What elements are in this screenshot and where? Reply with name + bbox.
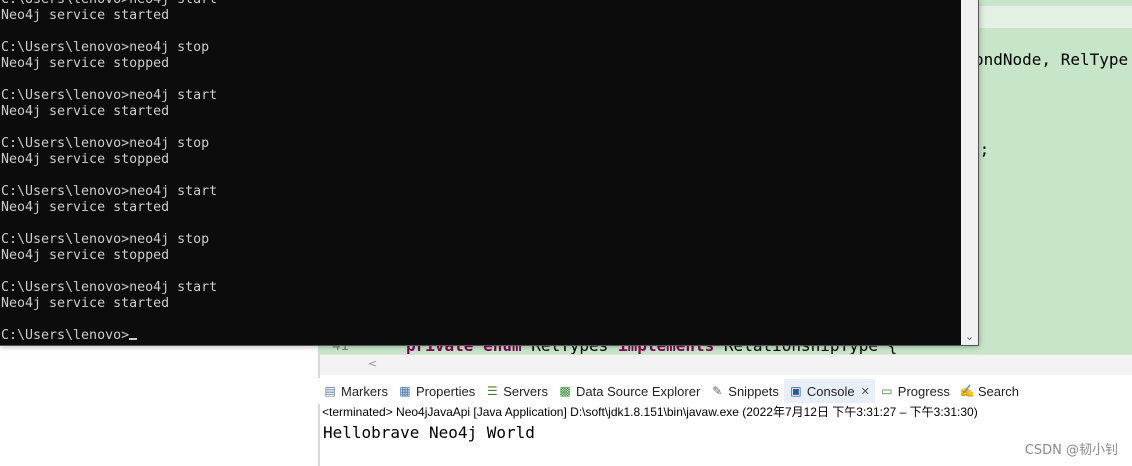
terminal-line: Neo4j service started (1, 296, 170, 311)
close-icon[interactable]: ✕ (861, 385, 870, 398)
command-prompt-window[interactable]: C:\Users\lenovo>neo4j startNeo4j service… (0, 0, 979, 346)
tab-label: Progress (897, 383, 950, 399)
tab-properties[interactable]: ▦ Properties (393, 379, 480, 403)
markers-icon: ▤ (324, 384, 336, 398)
text-cursor (129, 338, 138, 340)
terminal-line: Neo4j service stopped (1, 248, 170, 263)
properties-icon: ▦ (399, 384, 411, 398)
terminal-line: C:\Users\lenovo>neo4j start (1, 184, 218, 199)
scroll-left-icon[interactable]: < (368, 357, 377, 370)
tab-data-source-explorer[interactable]: ▩ Data Source Explorer (553, 379, 705, 403)
console-status-line: <terminated> Neo4jJavaApi [Java Applicat… (322, 405, 978, 419)
terminal-prompt[interactable]: C:\Users\lenovo> (1, 328, 217, 344)
progress-icon: ▭ (881, 384, 893, 398)
tab-label: Servers (503, 383, 548, 399)
tab-servers[interactable]: ☰ Servers (480, 379, 553, 403)
tab-label: Data Source Explorer (576, 383, 701, 399)
tab-console[interactable]: ▣ Console ✕ (783, 379, 875, 403)
terminal-line: C:\Users\lenovo>neo4j stop (1, 232, 210, 247)
editor-horizontal-scrollbar[interactable]: < (318, 354, 1132, 375)
tab-snippets[interactable]: ✎ Snippets (705, 379, 784, 403)
terminal-scrollbar[interactable]: ⌄ (961, 0, 978, 345)
tab-label: Snippets (728, 383, 779, 399)
code-fragment-params: ondNode, RelType (974, 50, 1129, 69)
prompt-text: C:\Users\lenovo> (1, 328, 130, 343)
tab-markers[interactable]: ▤ Markers (318, 379, 393, 403)
snippets-icon: ✎ (712, 384, 723, 398)
tab-search[interactable]: ✍ Search (955, 379, 1024, 403)
terminal-line: C:\Users\lenovo>neo4j start (1, 280, 218, 295)
panel-divider (318, 354, 320, 466)
tab-label: Properties (415, 383, 476, 399)
views-tab-bar: ▤ Markers ▦ Properties ☰ Servers ▩ Data Source … (318, 378, 1132, 404)
terminal-line: Neo4j service started (1, 8, 170, 23)
chevron-down-icon[interactable]: ⌄ (961, 328, 978, 345)
console-output[interactable]: Hellobrave Neo4j World (323, 423, 535, 442)
terminal-line: Neo4j service started (1, 200, 170, 215)
data-source-icon: ▩ (559, 384, 571, 398)
terminal-line: Neo4j service stopped (1, 56, 170, 71)
terminal-line: Neo4j service started (1, 104, 170, 119)
tab-label: Markers (341, 383, 388, 399)
terminal-line: C:\Users\lenovo>neo4j start (1, 0, 217, 8)
terminal-line: C:\Users\lenovo>neo4j start (1, 88, 218, 103)
watermark: CSDN @韧小钊 (1024, 443, 1118, 458)
tab-label: Search (977, 383, 1020, 399)
terminal-line: C:\Users\lenovo>neo4j stop (1, 40, 210, 55)
tab-progress[interactable]: ▭ Progress (875, 379, 955, 403)
tab-label: Console (806, 383, 855, 399)
terminal-output[interactable]: C:\Users\lenovo>neo4j startNeo4j service… (1, 0, 217, 344)
terminal-line: C:\Users\lenovo>neo4j stop (1, 136, 210, 151)
servers-icon: ☰ (486, 384, 498, 398)
search-icon: ✍ (959, 384, 975, 398)
terminal-line: Neo4j service stopped (1, 152, 170, 167)
console-icon: ▣ (790, 384, 802, 398)
